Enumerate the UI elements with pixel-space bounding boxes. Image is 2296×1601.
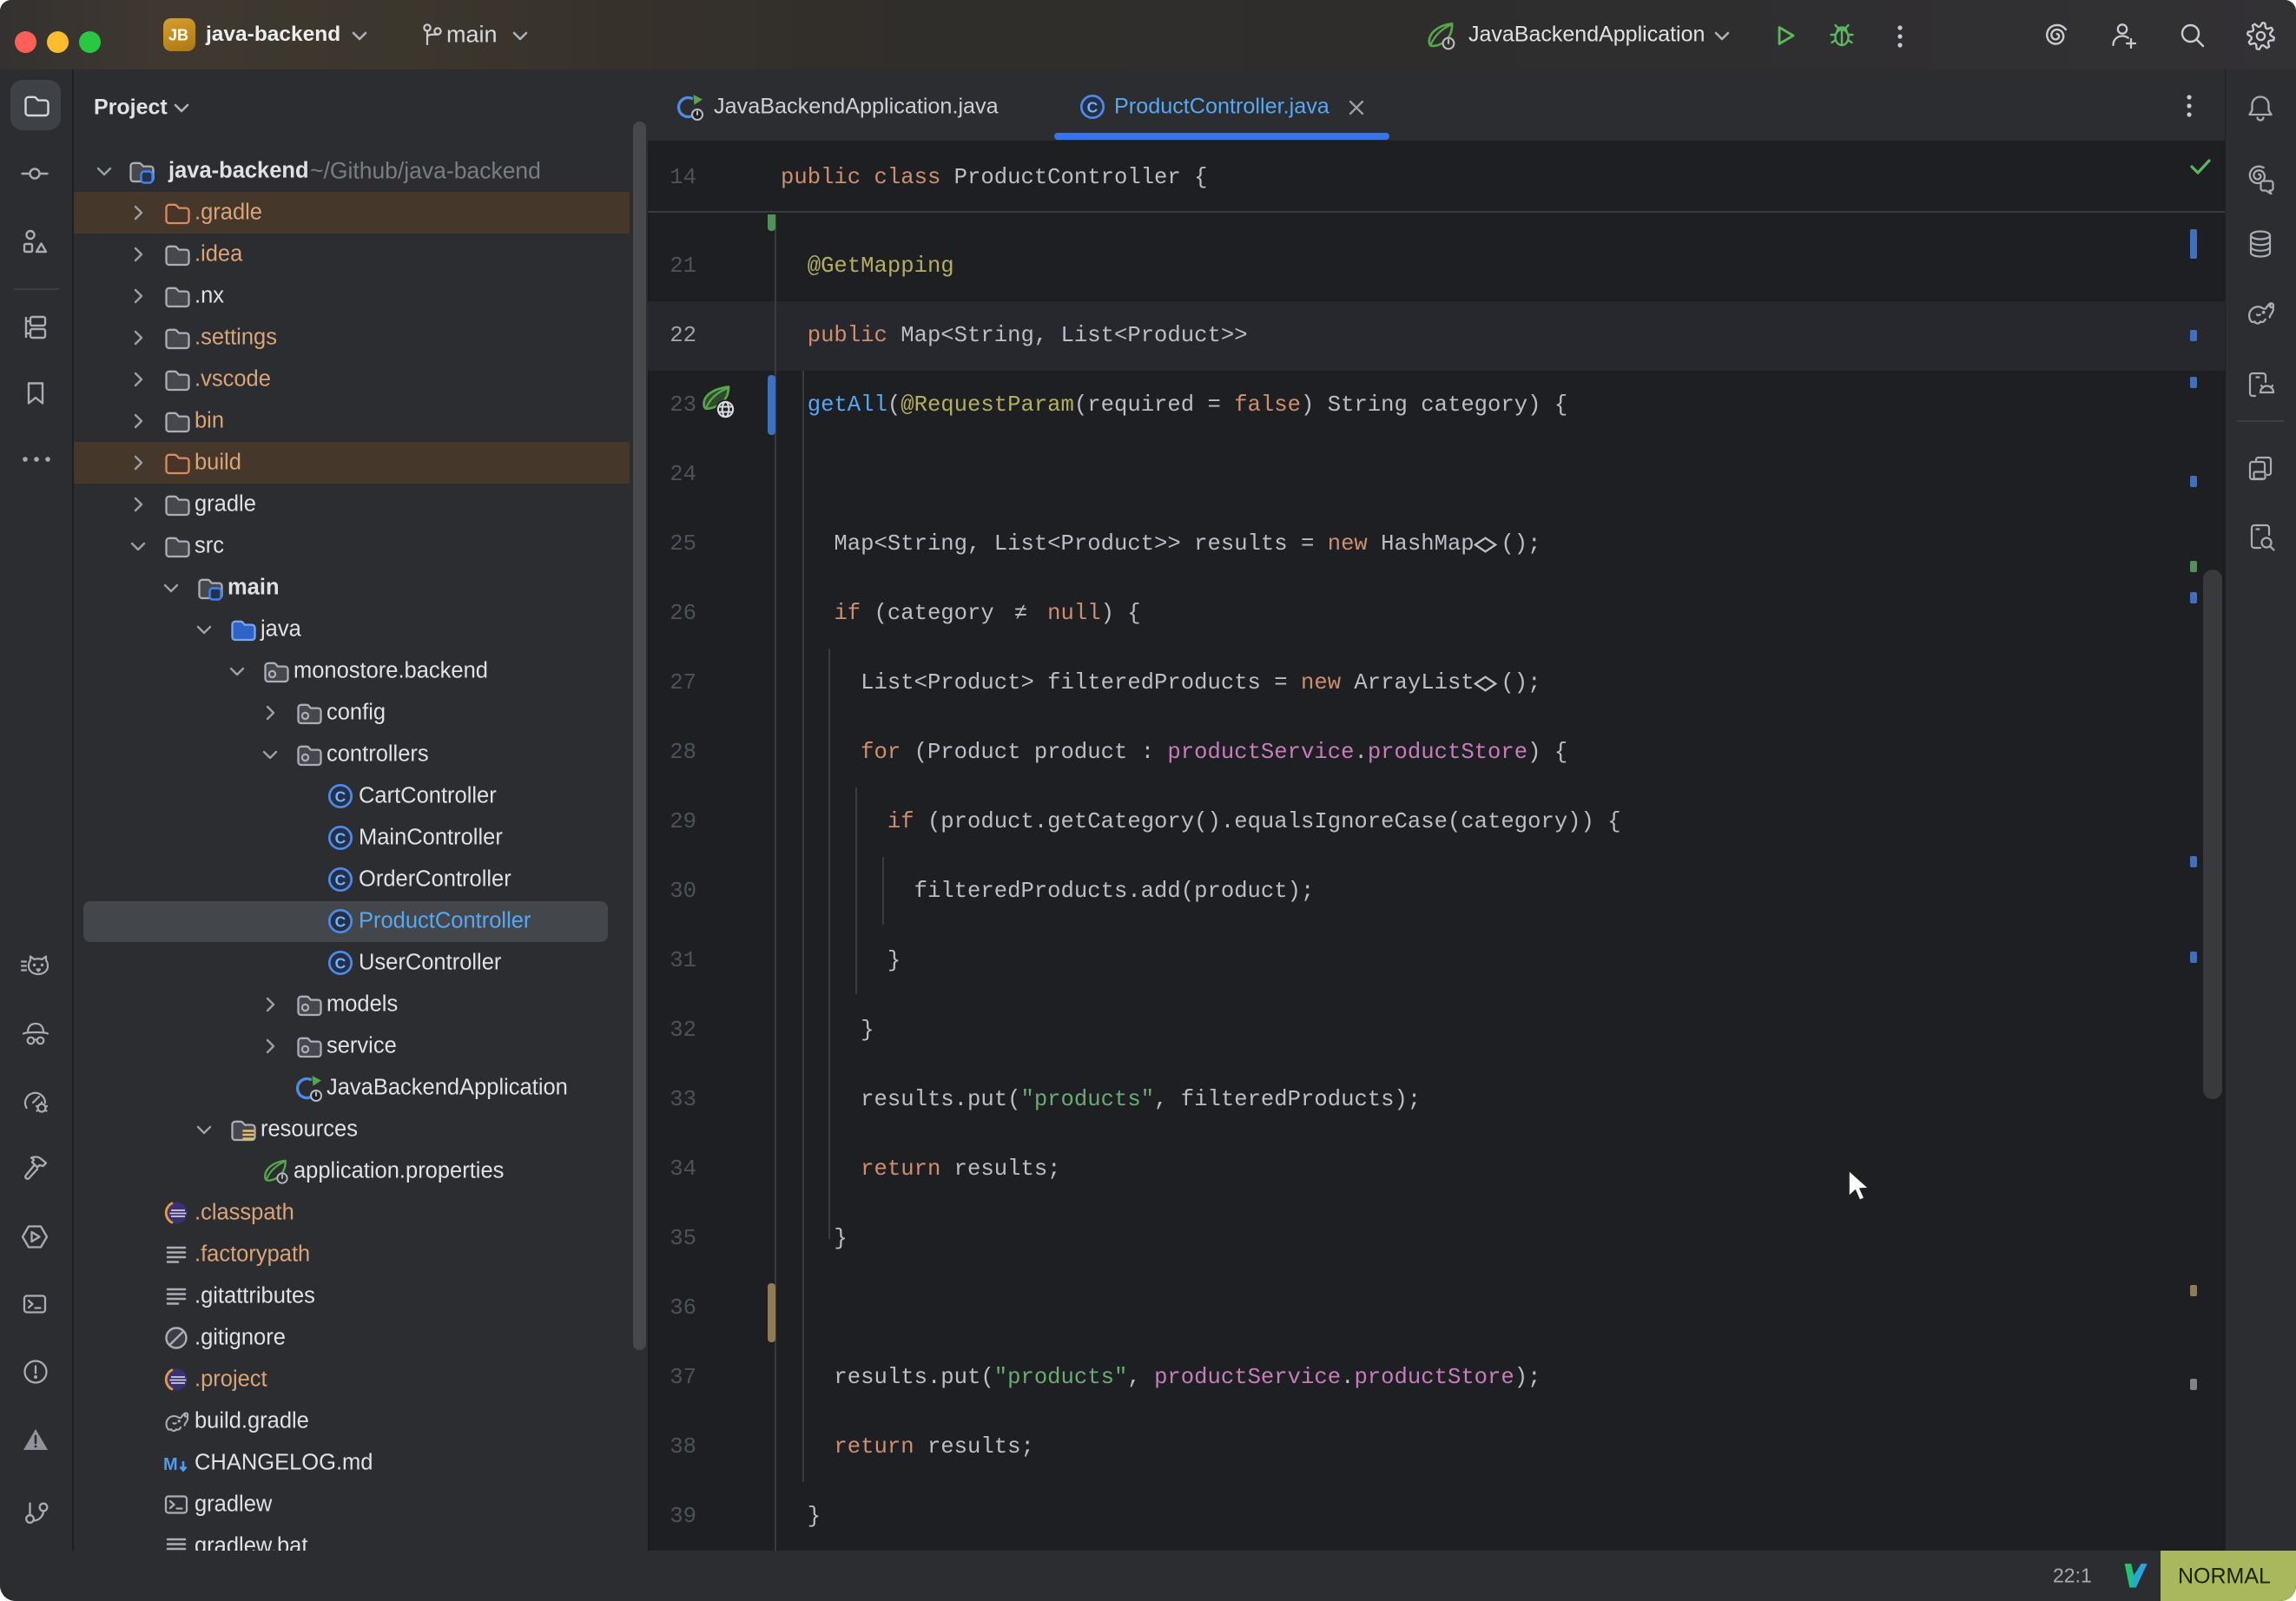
svg-text:C: C [335, 788, 346, 806]
svg-text:C: C [335, 955, 346, 972]
svg-text:C: C [335, 830, 346, 847]
svg-text:M: M [163, 1455, 178, 1474]
svg-text:C: C [335, 913, 346, 931]
svg-text:C: C [335, 872, 346, 889]
svg-text:C: C [1087, 99, 1099, 116]
